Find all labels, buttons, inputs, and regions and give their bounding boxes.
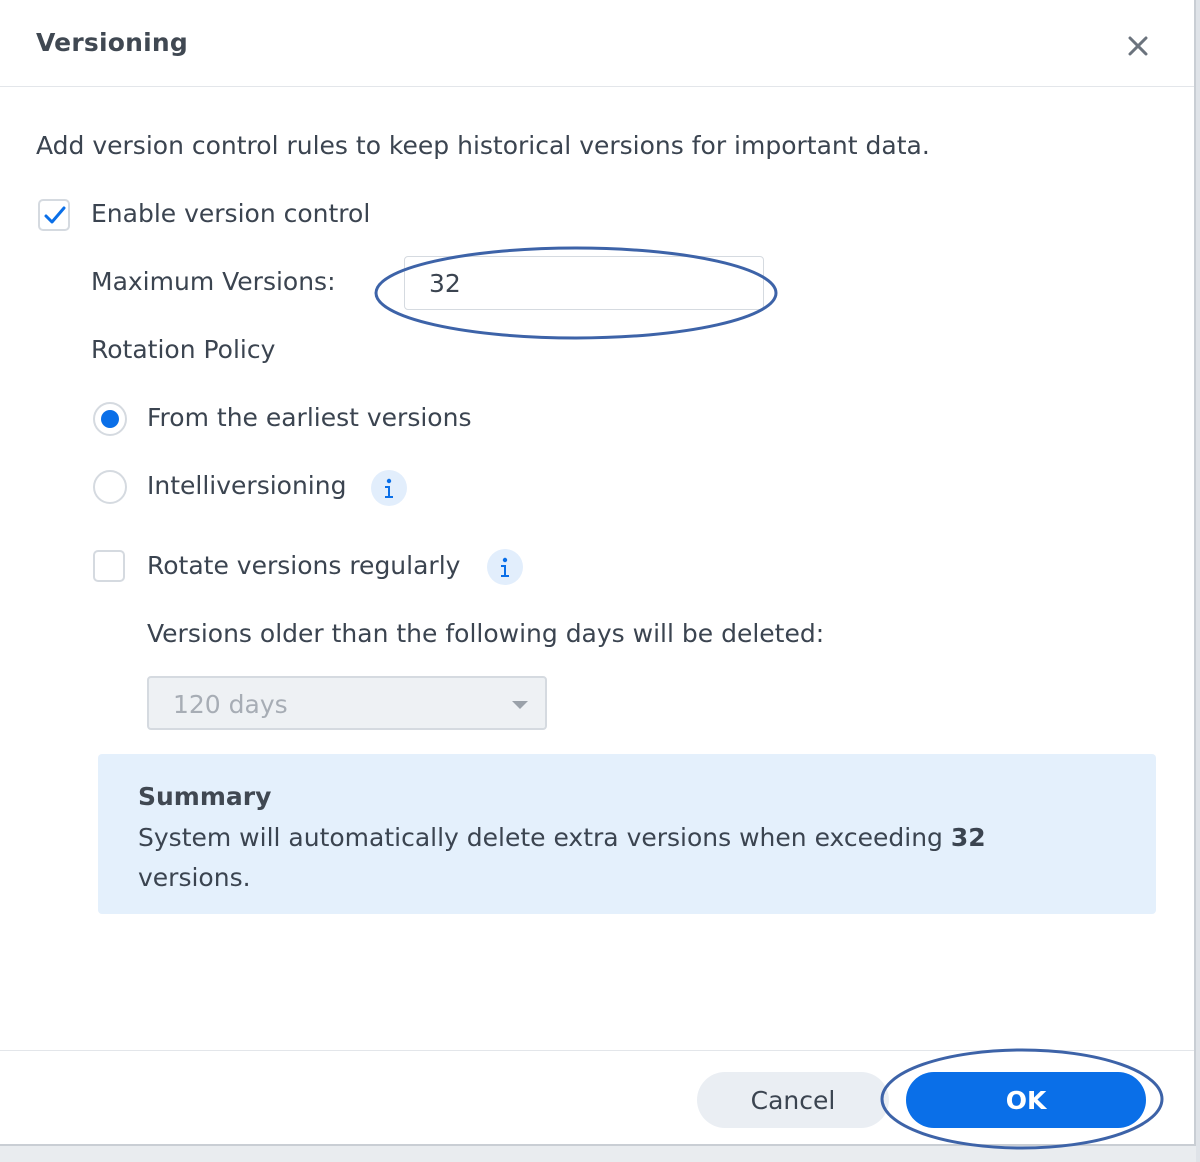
intelliversioning-info-icon[interactable]	[371, 470, 407, 506]
chevron-down-icon	[512, 701, 528, 709]
older-than-label: Versions older than the following days w…	[147, 619, 825, 648]
rotate-regularly-info-icon[interactable]	[487, 549, 523, 585]
rotate-regularly-checkbox[interactable]	[93, 550, 125, 582]
max-versions-input[interactable]	[404, 256, 764, 310]
background-window-edge	[1196, 0, 1200, 1162]
dialog-header: Versioning	[0, 0, 1194, 87]
radio-selected-dot	[101, 410, 119, 428]
summary-count: 32	[950, 823, 986, 852]
checkmark-icon	[44, 206, 66, 224]
radio-intelliversioning-label[interactable]: Intelliversioning	[147, 471, 346, 500]
radio-earliest-versions-label[interactable]: From the earliest versions	[147, 403, 471, 432]
days-select-value: 120 days	[173, 690, 288, 719]
ok-button[interactable]: OK	[906, 1072, 1146, 1128]
radio-earliest-versions[interactable]	[93, 402, 127, 436]
summary-text-end: versions.	[138, 863, 251, 892]
summary-text: System will automatically delete extra v…	[138, 818, 1098, 898]
cancel-button[interactable]: Cancel	[697, 1072, 889, 1128]
dialog-title: Versioning	[36, 28, 188, 57]
days-select: 120 days	[147, 676, 547, 730]
max-versions-label: Maximum Versions:	[91, 267, 336, 296]
enable-version-control-label[interactable]: Enable version control	[91, 199, 370, 228]
close-button[interactable]	[1120, 28, 1156, 64]
versioning-dialog: Versioning Add version control rules to …	[0, 0, 1196, 1146]
enable-version-control-checkbox[interactable]	[38, 199, 70, 231]
summary-title: Summary	[138, 782, 272, 811]
close-icon	[1128, 36, 1148, 56]
summary-box: Summary System will automatically delete…	[98, 754, 1156, 914]
summary-text-start: System will automatically delete extra v…	[138, 823, 951, 852]
footer-divider	[0, 1050, 1194, 1051]
dialog-description: Add version control rules to keep histor…	[36, 131, 930, 160]
radio-intelliversioning[interactable]	[93, 470, 127, 504]
rotation-policy-label: Rotation Policy	[91, 335, 276, 364]
rotate-regularly-label[interactable]: Rotate versions regularly	[147, 551, 460, 580]
